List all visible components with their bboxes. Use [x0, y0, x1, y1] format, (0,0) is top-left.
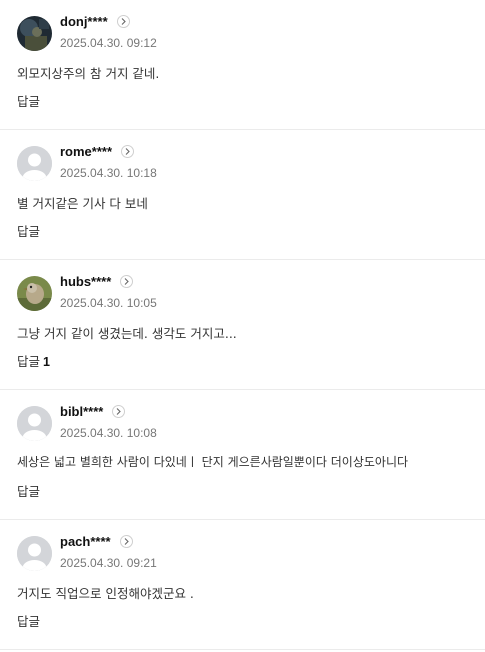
comment-date: 2025.04.30. 10:18 — [60, 166, 157, 180]
comment-list: donj**** 2025.04.30. 09:12 외모지상주의 참 거지 같… — [0, 0, 485, 650]
reply-label: 답글 — [17, 614, 41, 629]
chevron-right-icon[interactable] — [117, 15, 130, 28]
comment-date: 2025.04.30. 10:05 — [60, 296, 157, 310]
reply-label: 답글 — [17, 224, 41, 239]
avatar[interactable] — [17, 276, 52, 311]
avatar[interactable] — [17, 536, 52, 571]
comment-item: bibl**** 2025.04.30. 10:08 세상은 넓고 별희한 사람… — [0, 390, 485, 520]
avatar[interactable] — [17, 16, 52, 51]
reply-label: 답글 — [17, 94, 41, 109]
reply-button[interactable]: 답글 — [17, 611, 43, 630]
comment-item: donj**** 2025.04.30. 09:12 외모지상주의 참 거지 같… — [0, 0, 485, 130]
comment-date: 2025.04.30. 09:21 — [60, 556, 157, 570]
chevron-right-icon[interactable] — [112, 405, 125, 418]
reply-button[interactable]: 답글 — [17, 481, 43, 500]
reply-label: 답글 — [17, 484, 41, 499]
reply-label: 답글 — [17, 354, 41, 369]
nickname[interactable]: pach**** — [60, 534, 111, 549]
avatar[interactable] — [17, 406, 52, 441]
chevron-right-icon[interactable] — [121, 145, 134, 158]
nickname[interactable]: donj**** — [60, 14, 108, 29]
default-user-icon — [17, 146, 52, 181]
reply-button[interactable]: 답글 — [17, 221, 43, 240]
comment-date: 2025.04.30. 09:12 — [60, 36, 157, 50]
chevron-right-icon[interactable] — [120, 535, 133, 548]
comment-item: hubs**** 2025.04.30. 10:05 그냥 거지 같이 생겼는데… — [0, 260, 485, 390]
comment-item: rome**** 2025.04.30. 10:18 별 거지같은 기사 다 보… — [0, 130, 485, 260]
comment-text: 거지도 직업으로 인정해야겠군요 . — [17, 586, 194, 601]
reply-count: 1 — [43, 355, 50, 369]
reply-button[interactable]: 답글 1 — [17, 351, 50, 370]
comment-text: 세상은 넓고 별희한 사람이 다있네ㅣ 단지 게으른사람일뿐이다 더이상도아니다 — [17, 455, 409, 469]
nickname[interactable]: rome**** — [60, 144, 112, 159]
nickname[interactable]: hubs**** — [60, 274, 111, 289]
comment-text: 별 거지같은 기사 다 보네 — [17, 196, 148, 211]
comment-text: 그냥 거지 같이 생겼는데. 생각도 거지고... — [17, 326, 237, 341]
comment-item: pach**** 2025.04.30. 09:21 거지도 직업으로 인정해야… — [0, 520, 485, 650]
reply-button[interactable]: 답글 — [17, 91, 43, 110]
nickname[interactable]: bibl**** — [60, 404, 103, 419]
comment-text: 외모지상주의 참 거지 같네. — [17, 66, 160, 81]
chevron-right-icon[interactable] — [120, 275, 133, 288]
avatar[interactable] — [17, 146, 52, 181]
default-user-icon — [17, 536, 52, 571]
default-user-icon — [17, 406, 52, 441]
comment-date: 2025.04.30. 10:08 — [60, 426, 157, 440]
